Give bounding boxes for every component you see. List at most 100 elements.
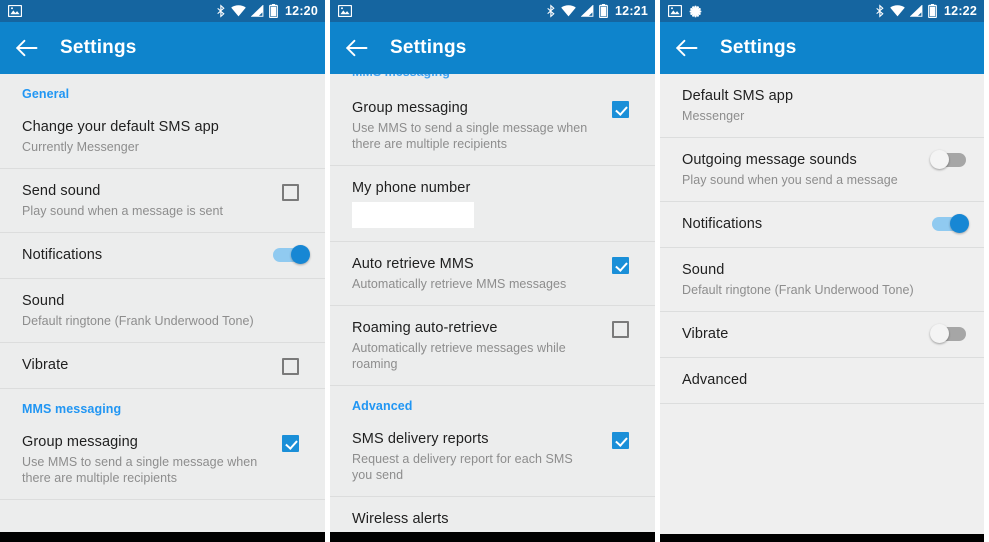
list-item[interactable]: Sound Default ringtone (Frank Underwood T…: [0, 279, 325, 343]
list-item-title: Group messaging: [22, 434, 138, 450]
list-item-title: Change your default SMS app: [22, 119, 219, 135]
list-item-subtitle: Play sound when a message is sent: [22, 204, 224, 218]
list-item-control: [603, 319, 637, 338]
list-item-text: Wireless alerts: [352, 510, 603, 529]
checkbox-unchecked[interactable]: [281, 358, 299, 375]
list-item[interactable]: My phone number: [330, 166, 655, 242]
battery-icon: [928, 4, 937, 18]
phone-number-value-redacted[interactable]: [352, 202, 474, 228]
system-navigation-bar: [330, 532, 655, 542]
list-item[interactable]: Wireless alerts: [330, 497, 655, 532]
list-item-control: [273, 245, 310, 264]
status-bar: 12:22: [660, 0, 984, 22]
back-button[interactable]: [14, 35, 40, 61]
list-item-text: Auto retrieve MMS Automatically retrieve …: [352, 255, 603, 292]
list-item[interactable]: Outgoing message sounds Play sound when y…: [660, 138, 984, 202]
list-item-text: Group messaging Use MMS to send a single …: [22, 433, 273, 486]
back-button[interactable]: [344, 35, 370, 61]
list-item-text: Notifications: [22, 246, 273, 265]
checkbox-checked[interactable]: [611, 101, 629, 118]
list-item-title: My phone number: [352, 180, 471, 196]
list-item-control: [273, 118, 307, 120]
list-item-text: Sound Default ringtone (Frank Underwood T…: [682, 261, 932, 298]
list-item-text: Default SMS app Messenger: [682, 87, 932, 124]
checkbox-unchecked[interactable]: [281, 184, 299, 201]
list-item-subtitle: Play sound when you send a message: [682, 173, 898, 187]
list-item-title: Group messaging: [352, 100, 468, 116]
list-item[interactable]: SMS delivery reports Request a delivery r…: [330, 417, 655, 497]
list-item-control: [603, 255, 637, 274]
list-item-control: [930, 324, 966, 343]
checkbox-unchecked[interactable]: [611, 321, 629, 338]
list-item-text: Notifications: [682, 215, 932, 234]
list-item-title: Notifications: [22, 247, 103, 263]
status-bar-clock: 12:22: [944, 4, 977, 18]
list-item-text: Vibrate: [682, 325, 932, 344]
status-bar-left-icons: [338, 5, 352, 17]
list-item-text: Advanced: [682, 371, 932, 390]
settings-list: Default SMS app Messenger Outgoing message…: [660, 74, 984, 534]
list-item[interactable]: Change your default SMS app Currently Mes…: [0, 105, 325, 169]
toggle-off[interactable]: [930, 324, 966, 343]
back-button[interactable]: [674, 35, 700, 61]
screen-2: 12:21 Settings MMS messaging Group messagin…: [330, 0, 655, 542]
wifi-icon: [890, 5, 905, 17]
list-item-title: Roaming auto-retrieve: [352, 320, 498, 336]
list-item-control: [273, 292, 307, 294]
list-item[interactable]: Notifications: [660, 202, 984, 248]
list-item-control: [930, 150, 966, 169]
list-item-subtitle: Automatically retrieve MMS messages: [352, 277, 567, 291]
checkbox-checked[interactable]: [611, 432, 629, 449]
list-item[interactable]: Group messaging Use MMS to send a single …: [0, 420, 325, 500]
list-item-title: SMS delivery reports: [352, 431, 489, 447]
list-item-subtitle: Request a delivery report for each SMS y…: [352, 452, 573, 482]
list-item-control: [273, 356, 307, 375]
list-item[interactable]: Auto retrieve MMS Automatically retrieve …: [330, 242, 655, 306]
app-bar: Settings: [0, 22, 325, 74]
toggle-on[interactable]: [273, 245, 310, 264]
list-item-text: Change your default SMS app Currently Mes…: [22, 118, 273, 155]
list-item[interactable]: Advanced: [660, 358, 984, 404]
image-icon: [668, 5, 682, 17]
list-item-subtitle: Default ringtone (Frank Underwood Tone): [22, 314, 254, 328]
status-bar: 12:21: [330, 0, 655, 22]
list-item-title: Outgoing message sounds: [682, 152, 857, 168]
scrolled-under-section-label: MMS messaging: [330, 74, 655, 86]
status-bar: 12:20: [0, 0, 325, 22]
page-title: Settings: [60, 37, 137, 58]
section-header-mms-messaging: MMS messaging: [22, 402, 122, 416]
checkbox-checked[interactable]: [611, 257, 629, 274]
bluetooth-icon: [217, 4, 226, 18]
page-title: Settings: [720, 37, 797, 58]
toggle-knob: [291, 245, 310, 264]
list-item-title: Send sound: [22, 183, 101, 199]
list-item[interactable]: Sound Default ringtone (Frank Underwood T…: [660, 248, 984, 312]
list-item-control: [273, 433, 307, 452]
list-item[interactable]: Vibrate: [0, 343, 325, 389]
toggle-off[interactable]: [930, 150, 966, 169]
list-item[interactable]: Group messaging Use MMS to send a single …: [330, 86, 655, 166]
status-bar-clock: 12:20: [285, 4, 318, 18]
signal-icon: [251, 5, 264, 17]
settings-list: Group messaging Use MMS to send a single …: [330, 86, 655, 532]
list-item-title: Sound: [682, 262, 725, 278]
list-item-control: [603, 510, 637, 512]
list-item-title: Auto retrieve MMS: [352, 256, 474, 272]
list-item[interactable]: Default SMS app Messenger: [660, 74, 984, 138]
list-item[interactable]: Roaming auto-retrieve Automatically retri…: [330, 306, 655, 386]
toggle-on[interactable]: [932, 214, 969, 233]
checkbox-checked[interactable]: [281, 435, 299, 452]
list-item-control: [932, 371, 966, 373]
list-item-title: Wireless alerts: [352, 511, 449, 527]
list-item-title: Notifications: [682, 216, 763, 232]
list-item-text: Roaming auto-retrieve Automatically retri…: [352, 319, 603, 372]
list-item-subtitle: Default ringtone (Frank Underwood Tone): [682, 283, 914, 297]
battery-icon: [599, 4, 608, 18]
list-item[interactable]: Send sound Play sound when a message is s…: [0, 169, 325, 233]
list-item[interactable]: Vibrate: [660, 312, 984, 358]
list-item-control: [932, 261, 966, 263]
list-item-text: Group messaging Use MMS to send a single …: [352, 99, 603, 152]
list-item-control: [932, 87, 966, 89]
signal-icon: [581, 5, 594, 17]
list-item[interactable]: Notifications: [0, 233, 325, 279]
